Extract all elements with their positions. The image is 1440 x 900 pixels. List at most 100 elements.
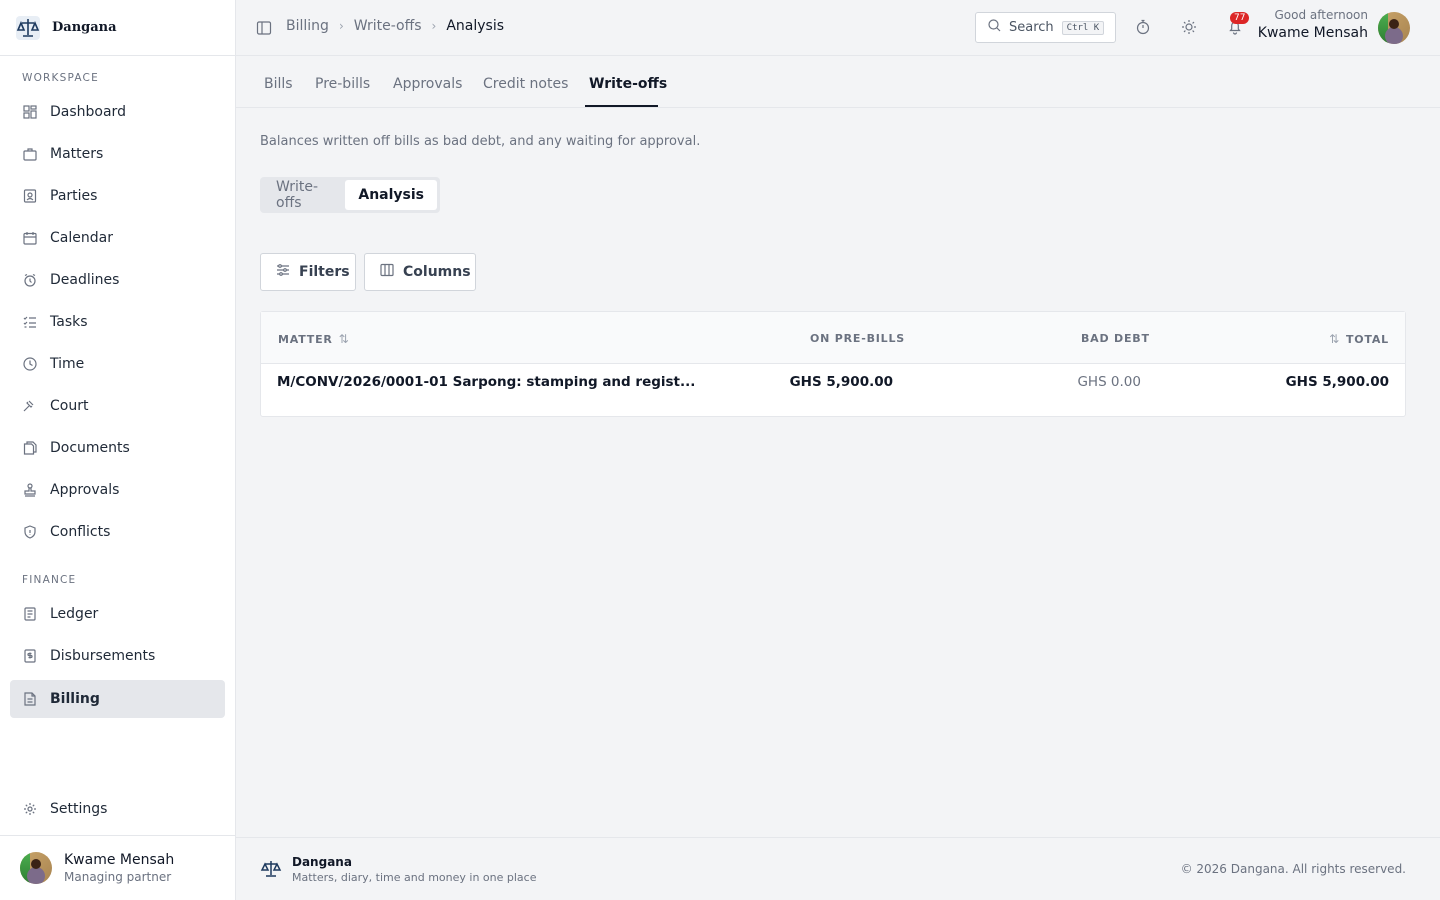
- avatar: [20, 852, 52, 884]
- breadcrumb-write-offs[interactable]: Write-offs: [354, 18, 422, 34]
- column-header-on-pre-bills: ON PRE-BILLS: [810, 332, 906, 345]
- columns-button[interactable]: Columns: [364, 253, 476, 291]
- clock-icon: [22, 356, 38, 372]
- brand-name: Dangana: [52, 20, 117, 35]
- filters-button[interactable]: Filters: [260, 253, 356, 291]
- column-label: MATTER: [278, 332, 333, 346]
- sidebar-item-label: Disbursements: [50, 648, 156, 664]
- column-header-bad-debt: BAD DEBT: [1081, 332, 1150, 345]
- tab-write-offs[interactable]: Write-offs: [589, 76, 667, 92]
- footer-copyright: © 2026 Dangana. All rights reserved.: [1180, 862, 1406, 876]
- sidebar-item-tasks[interactable]: Tasks: [10, 303, 225, 341]
- segment-analysis[interactable]: Analysis: [345, 180, 437, 210]
- sidebar-item-label: Matters: [50, 146, 104, 162]
- sidebar-item-matters[interactable]: Matters: [10, 135, 225, 173]
- nav-section-workspace: WORKSPACE: [22, 72, 99, 84]
- column-header-total[interactable]: ⇅ TOTAL: [1329, 332, 1389, 346]
- search-button[interactable]: Search Ctrl K: [975, 12, 1116, 43]
- sidebar-user[interactable]: Kwame Mensah Managing partner: [0, 835, 235, 900]
- search-shortcut: Ctrl K: [1061, 20, 1105, 35]
- cell-total: GHS 5,900.00: [1285, 374, 1389, 390]
- dashboard-icon: [22, 104, 38, 120]
- sidebar-item-parties[interactable]: Parties: [10, 177, 225, 215]
- sidebar-item-calendar[interactable]: Calendar: [10, 219, 225, 257]
- shield-icon: [22, 524, 38, 540]
- cell-on-pre-bills: GHS 5,900.00: [789, 374, 893, 390]
- calendar-icon: [22, 230, 38, 246]
- sidebar-item-settings[interactable]: Settings: [10, 790, 225, 828]
- sidebar-item-label: Calendar: [50, 230, 113, 246]
- tab-credit-notes[interactable]: Credit notes: [483, 76, 568, 92]
- sidebar-item-documents[interactable]: Documents: [10, 429, 225, 467]
- breadcrumb-billing[interactable]: Billing: [286, 18, 329, 34]
- avatar[interactable]: [1378, 12, 1410, 44]
- sidebar-item-deadlines[interactable]: Deadlines: [10, 261, 225, 299]
- receipt-icon: [22, 648, 38, 664]
- sidebar-item-court[interactable]: Court: [10, 387, 225, 425]
- sidebar-item-label: Billing: [50, 691, 100, 707]
- notification-badge: 77: [1230, 12, 1250, 24]
- sidebar-item-label: Tasks: [50, 314, 88, 330]
- table-header: MATTER ⇅ ON PRE-BILLS BAD DEBT ⇅ TOTAL: [261, 312, 1405, 364]
- scales-logo-icon: [14, 14, 42, 42]
- stamp-icon: [22, 482, 38, 498]
- tab-approvals[interactable]: Approvals: [393, 76, 462, 92]
- sidebar-item-label: Time: [50, 356, 85, 372]
- documents-icon: [22, 440, 38, 456]
- sidebar-item-conflicts[interactable]: Conflicts: [10, 513, 225, 551]
- sidebar-item-label: Approvals: [50, 482, 120, 498]
- cell-matter[interactable]: M/CONV/2026/0001-01 Sarpong: stamping an…: [277, 374, 695, 390]
- segment-write-offs[interactable]: Write-offs: [263, 179, 345, 211]
- chevron-right-icon: ›: [338, 19, 344, 33]
- topbar: Billing › Write-offs › Analysis Search C…: [236, 0, 1440, 56]
- tab-bills[interactable]: Bills: [264, 76, 293, 92]
- filters-icon: [276, 263, 290, 281]
- nav-section-finance: FINANCE: [22, 574, 77, 586]
- chevron-right-icon: ›: [431, 19, 437, 33]
- filters-label: Filters: [299, 264, 350, 280]
- column-label: TOTAL: [1345, 332, 1389, 346]
- timer-icon[interactable]: [1135, 19, 1151, 35]
- alarm-clock-icon: [22, 272, 38, 288]
- sidebar-item-label: Deadlines: [50, 272, 120, 288]
- search-icon: [988, 19, 1001, 36]
- sidebar-item-label: Dashboard: [50, 104, 126, 120]
- sidebar-item-approvals[interactable]: Approvals: [10, 471, 225, 509]
- cell-bad-debt: GHS 0.00: [1077, 374, 1141, 390]
- scales-logo-icon: [260, 858, 282, 880]
- sidebar-item-label: Ledger: [50, 606, 99, 622]
- sidebar-item-label: Settings: [50, 801, 108, 817]
- tab-pre-bills[interactable]: Pre-bills: [315, 76, 370, 92]
- greeting-user-name: Kwame Mensah: [1257, 25, 1368, 41]
- user-role: Managing partner: [64, 870, 172, 884]
- sidebar-item-label: Parties: [50, 188, 98, 204]
- column-header-matter[interactable]: MATTER ⇅: [278, 332, 350, 346]
- search-label: Search: [1009, 20, 1054, 35]
- breadcrumb: Billing › Write-offs › Analysis: [286, 18, 504, 34]
- greeting-text: Good afternoon: [1274, 8, 1369, 22]
- brand[interactable]: Dangana: [0, 0, 235, 56]
- sidebar-item-billing[interactable]: Billing: [10, 680, 225, 718]
- sun-icon[interactable]: [1181, 19, 1197, 35]
- task-list-icon: [22, 314, 38, 330]
- footer-tagline: Matters, diary, time and money in one pl…: [292, 871, 537, 884]
- greeting: Good afternoon Kwame Mensah: [1258, 8, 1368, 41]
- gavel-icon: [22, 398, 38, 414]
- ledger-icon: [22, 606, 38, 622]
- sidebar-item-disbursements[interactable]: Disbursements: [10, 637, 225, 675]
- sidebar-item-label: Conflicts: [50, 524, 111, 540]
- billing-tabs: Bills Pre-bills Approvals Credit notes W…: [236, 56, 1440, 108]
- sidebar-toggle-icon[interactable]: [256, 20, 272, 36]
- gear-icon: [22, 801, 38, 817]
- footer-brand-name: Dangana: [292, 855, 352, 869]
- sort-icon: ⇅: [338, 332, 350, 346]
- breadcrumb-analysis: Analysis: [446, 18, 505, 34]
- sidebar-item-time[interactable]: Time: [10, 345, 225, 383]
- sidebar-item-ledger[interactable]: Ledger: [10, 595, 225, 633]
- columns-icon: [380, 263, 394, 281]
- sidebar-item-dashboard[interactable]: Dashboard: [10, 93, 225, 131]
- contact-card-icon: [22, 188, 38, 204]
- write-off-analysis-table: MATTER ⇅ ON PRE-BILLS BAD DEBT ⇅ TOTAL M…: [260, 311, 1406, 417]
- sidebar: Dangana WORKSPACE Dashboard Matters Part…: [0, 0, 236, 900]
- view-switcher: Write-offs Analysis: [260, 177, 440, 213]
